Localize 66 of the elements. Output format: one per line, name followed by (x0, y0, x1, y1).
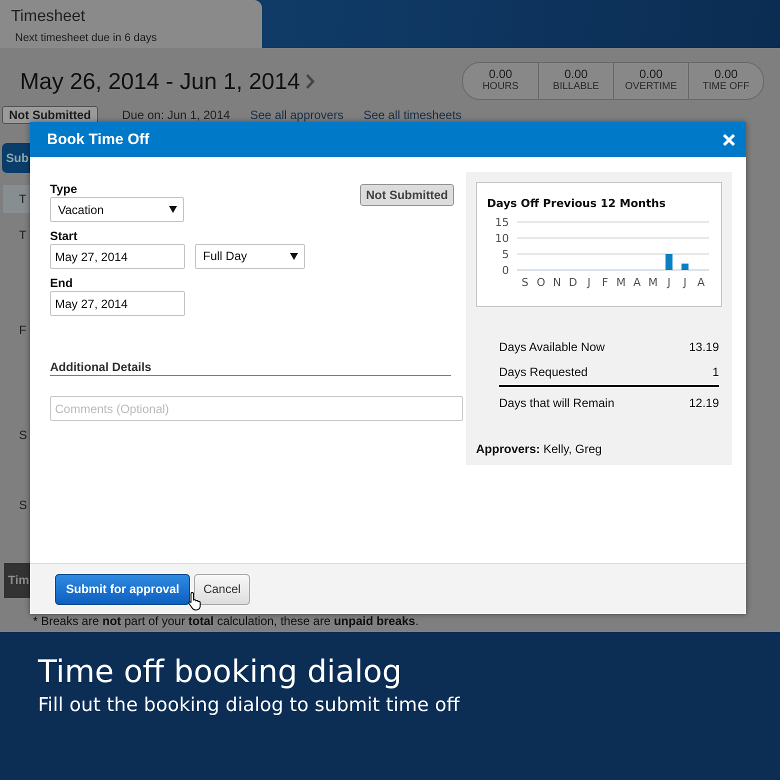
app-title: Timesheet (11, 8, 86, 26)
axis-label: J (667, 276, 671, 289)
axis-label: M (648, 276, 658, 289)
axis-label: A (697, 276, 705, 289)
axis-label: A (633, 276, 641, 289)
timesheet-tab[interactable]: Timesheet Next timesheet due in 6 days (0, 0, 262, 48)
axis-label: O (536, 276, 546, 289)
summary-value: 12.19 (688, 396, 719, 410)
close-icon[interactable] (722, 132, 736, 146)
row-label: S (19, 498, 28, 512)
summary-label: Days Available Now (499, 340, 605, 354)
dropdown-caret-icon (169, 206, 177, 213)
axis-label: N (552, 276, 562, 289)
field-label: End (50, 276, 73, 290)
status-badge: Not Submitted (2, 106, 98, 124)
breaks-footnote: * Breaks are not part of your total calculation, these are unpaid breaks. (33, 614, 419, 628)
chart-bar (682, 264, 688, 270)
axis-label: M (616, 276, 626, 289)
field-label: Start (50, 229, 78, 243)
axis-label: J (683, 276, 687, 289)
approvers-text: Approvers: Kelly, Greg (476, 442, 602, 456)
axis-label: 5 (502, 248, 509, 261)
total-label: HOURS (481, 81, 520, 92)
status-badge: Not Submitted (360, 184, 454, 206)
total-value: 0.00 (488, 67, 514, 81)
section-heading: Additional Details (50, 360, 451, 376)
field-label: Type (50, 182, 78, 196)
summary-value: 13.19 (688, 340, 719, 354)
total-label: BILLABLE (552, 81, 600, 92)
row-label: S (19, 428, 28, 442)
start-date-field[interactable]: May 27, 2014 (50, 244, 185, 269)
axis-label: 0 (502, 264, 509, 277)
summary-value: 1 (712, 365, 719, 379)
table-header (3, 185, 31, 213)
submit-button[interactable]: Submit for approval (55, 574, 190, 604)
summary-label: Days Requested (499, 365, 588, 379)
type-select[interactable]: Vacation (50, 197, 184, 222)
summary-label: Days that will Remain (499, 396, 614, 410)
row-label: T (19, 228, 26, 242)
axis-label: J (587, 276, 591, 289)
comments-field[interactable]: Comments (Optional) (50, 396, 463, 421)
caption-subtitle: Fill out the booking dialog to submit time off (38, 694, 460, 716)
chart-title: Days Off Previous 12 Months (487, 197, 666, 210)
axis-label: 15 (495, 216, 509, 229)
total-label: OVERTIME (624, 81, 678, 92)
total-value: 0.00 (638, 67, 664, 81)
column-header: T (19, 192, 26, 206)
caption-title: Time off booking dialog (38, 654, 402, 690)
due-date: Due on: Jun 1, 2014 (122, 108, 230, 122)
period-label: May 26, 2014 - Jun 1, 2014 (20, 68, 300, 94)
total-value: 0.00 (713, 67, 739, 81)
end-date-field[interactable]: May 27, 2014 (50, 291, 185, 316)
dialog-title: Book Time Off (47, 131, 150, 148)
chart-bar (666, 254, 672, 270)
total-value: 0.00 (563, 67, 589, 81)
row-label: F (19, 323, 26, 337)
dropdown-caret-icon (290, 252, 298, 260)
axis-label: D (568, 276, 578, 289)
axis-label: F (602, 276, 608, 289)
due-notice: Next timesheet due in 6 days (15, 32, 157, 44)
duration-select[interactable]: Full Day (195, 244, 305, 268)
chevron-right-icon[interactable] (306, 74, 316, 88)
cancel-button[interactable]: Cancel (194, 574, 250, 604)
total-label: TIME OFF (702, 81, 750, 92)
axis-label: 10 (495, 232, 509, 245)
axis-label: S (522, 276, 528, 289)
